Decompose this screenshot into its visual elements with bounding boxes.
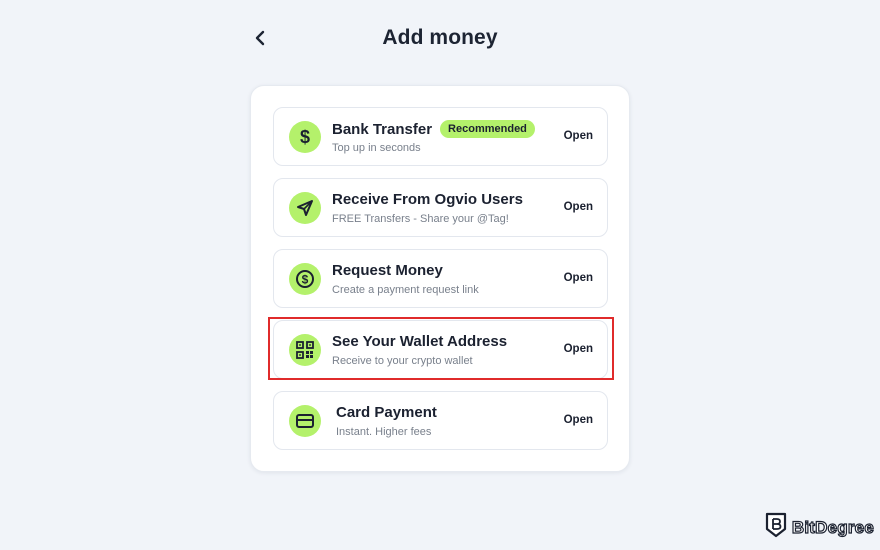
option-title: Receive From Ogvio Users <box>332 191 523 208</box>
watermark-text: BitDegree <box>791 517 874 537</box>
option-subtitle: Top up in seconds <box>332 142 421 154</box>
option-subtitle: FREE Transfers - Share your @Tag! <box>332 213 509 225</box>
open-button[interactable]: Open <box>564 201 593 213</box>
dollar-icon: $ <box>289 121 321 153</box>
option-title: Card Payment <box>336 404 437 421</box>
open-button[interactable]: Open <box>564 343 593 355</box>
option-title: Request Money <box>332 262 443 279</box>
open-button[interactable]: Open <box>564 414 593 426</box>
add-money-panel: $ Bank Transfer Recommended Top up in se… <box>250 85 630 472</box>
send-icon <box>289 192 321 224</box>
credit-card-icon <box>289 405 321 437</box>
option-subtitle: Create a payment request link <box>332 284 479 296</box>
svg-text:$: $ <box>300 127 310 147</box>
svg-text:$: $ <box>302 273 309 287</box>
option-receive-from-users[interactable]: Receive From Ogvio Users FREE Transfers … <box>273 178 608 237</box>
option-card-payment[interactable]: Card Payment Instant. Higher fees Open <box>273 391 608 450</box>
option-title: See Your Wallet Address <box>332 333 508 350</box>
bitdegree-logo-icon <box>764 511 788 544</box>
open-button[interactable]: Open <box>564 130 593 142</box>
option-request-money[interactable]: $ Request Money Create a payment request… <box>273 249 608 308</box>
recommended-badge: Recommended <box>440 120 535 138</box>
option-subtitle: Instant. Higher fees <box>336 426 432 438</box>
option-wallet-address[interactable]: See Your Wallet Address Receive to your … <box>273 320 608 379</box>
page-title: Add money <box>382 26 498 49</box>
open-button[interactable]: Open <box>564 272 593 284</box>
bitdegree-watermark: BitDegree <box>764 511 874 544</box>
option-title: Bank Transfer <box>332 120 433 138</box>
option-bank-transfer[interactable]: $ Bank Transfer Recommended Top up in se… <box>273 107 608 166</box>
qr-code-icon <box>289 334 321 366</box>
option-subtitle: Receive to your crypto wallet <box>332 355 473 367</box>
coin-icon: $ <box>289 263 321 295</box>
